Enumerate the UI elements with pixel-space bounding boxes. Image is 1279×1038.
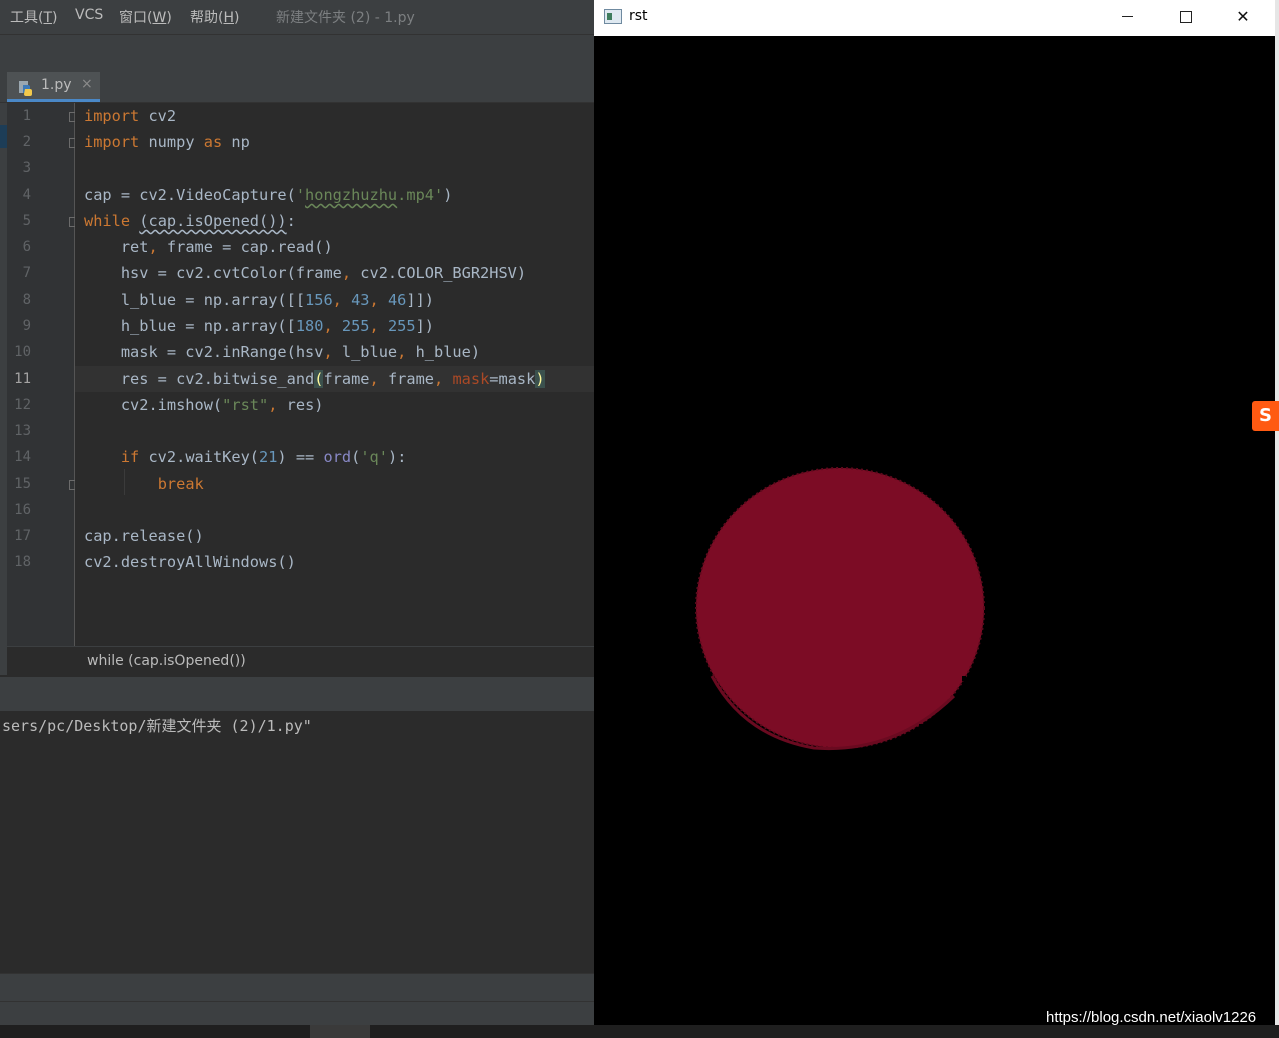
- code-line-12: cv2.imshow("rst", res): [84, 396, 324, 414]
- tool-window-bar: [0, 973, 594, 1002]
- maximize-button[interactable]: [1156, 0, 1214, 33]
- line-number: 18: [14, 554, 31, 570]
- taskbar: [0, 1025, 1279, 1038]
- line-number-current: 11: [14, 371, 31, 387]
- code-line-11: res = cv2.bitwise_and(frame, frame, mask…: [84, 370, 545, 388]
- line-number: 17: [14, 528, 31, 544]
- line-number: 6: [22, 239, 31, 255]
- line-number: 13: [14, 423, 31, 439]
- code-line-4: cap = cv2.VideoCapture('hongzhuzhu.mp4'): [84, 186, 453, 204]
- code-line-10: mask = cv2.inRange(hsv, l_blue, h_blue): [84, 343, 481, 361]
- line-number: 4: [22, 187, 31, 203]
- rst-window-title: rst: [629, 8, 648, 24]
- tab-label: 1.py: [41, 77, 72, 93]
- run-panel-header: [0, 677, 594, 711]
- navigation-bar: [0, 34, 594, 70]
- menu-window[interactable]: 窗口(W): [119, 7, 172, 27]
- code-line-5: while (cap.isOpened()):: [84, 212, 296, 230]
- code-line-9: h_blue = np.array([180, 255, 255]): [84, 317, 435, 335]
- code-editor[interactable]: import cv2 import numpy as np cap = cv2.…: [75, 103, 594, 646]
- line-number: 5: [22, 213, 31, 229]
- python-file-icon: [19, 81, 32, 96]
- window-title: 新建文件夹 (2) - 1.py: [276, 10, 415, 26]
- breadcrumb-bar: while (cap.isOpened()): [7, 646, 594, 676]
- sogou-ime-icon[interactable]: S: [1252, 401, 1279, 431]
- code-line-18: cv2.destroyAllWindows(): [84, 553, 296, 571]
- csdn-watermark: https://blog.csdn.net/xiaolv1226: [1046, 1009, 1257, 1026]
- window-app-icon: [604, 9, 622, 24]
- line-number: 3: [22, 160, 31, 176]
- run-console[interactable]: sers/pc/Desktop/新建文件夹 (2)/1.py": [0, 711, 594, 973]
- tab-1-py[interactable]: 1.py ×: [7, 72, 100, 102]
- code-line-6: ret, frame = cap.read(): [84, 238, 333, 256]
- console-output: sers/pc/Desktop/新建文件夹 (2)/1.py": [2, 717, 312, 735]
- minimize-button[interactable]: [1098, 0, 1156, 33]
- close-button[interactable]: ✕: [1214, 0, 1272, 33]
- line-number: 8: [22, 292, 31, 308]
- code-line-14: if cv2.waitKey(21) == ord('q'):: [120, 448, 407, 466]
- menu-bar: 工具(T) VCS 窗口(W) 帮助(H) 新建文件夹 (2) - 1.py: [0, 0, 594, 34]
- line-number: 2: [22, 134, 31, 150]
- rst-window: rst ✕: [594, 0, 1275, 1026]
- code-line-2: import numpy as np: [84, 133, 250, 151]
- left-tool-strip: [0, 103, 7, 675]
- line-number: 14: [14, 449, 31, 465]
- code-line-17: cap.release(): [84, 527, 204, 545]
- ide-window: 工具(T) VCS 窗口(W) 帮助(H) 新建文件夹 (2) - 1.py 1…: [0, 0, 594, 1038]
- masked-frame-image: [594, 36, 1275, 1026]
- breadcrumb[interactable]: while (cap.isOpened()): [87, 653, 246, 669]
- code-line-7: hsv = cv2.cvtColor(frame, cv2.COLOR_BGR2…: [84, 264, 527, 282]
- menu-vcs[interactable]: VCS: [75, 7, 103, 23]
- rst-window-titlebar[interactable]: rst ✕: [594, 0, 1275, 36]
- line-number: 10: [14, 344, 31, 360]
- close-icon[interactable]: ×: [81, 76, 93, 92]
- mask-speck: [962, 676, 966, 681]
- status-bar: [0, 1001, 594, 1026]
- taskbar-item[interactable]: [310, 1025, 370, 1038]
- line-number: 12: [14, 397, 31, 413]
- project-tool-marker[interactable]: [0, 125, 7, 148]
- code-line-8: l_blue = np.array([[156, 43, 46]]): [84, 291, 434, 309]
- line-number-gutter: 1 2 3 4 5 6 7 8 9 10 11 12 13 14 15 16 1…: [7, 103, 78, 646]
- line-number: 1: [22, 108, 31, 124]
- menu-help[interactable]: 帮助(H): [190, 7, 239, 27]
- desktop-edge: [1275, 0, 1279, 1026]
- line-number: 9: [22, 318, 31, 334]
- mask-speck: [919, 724, 925, 728]
- line-number: 15: [14, 476, 31, 492]
- line-number: 16: [14, 502, 31, 518]
- line-number: 7: [22, 265, 31, 281]
- code-line-15: break: [157, 475, 204, 493]
- rst-image-canvas: [594, 36, 1275, 1026]
- code-line-1: import cv2: [84, 107, 177, 125]
- menu-tools[interactable]: 工具(T): [10, 7, 58, 27]
- editor-tab-bar: 1.py ×: [0, 69, 594, 103]
